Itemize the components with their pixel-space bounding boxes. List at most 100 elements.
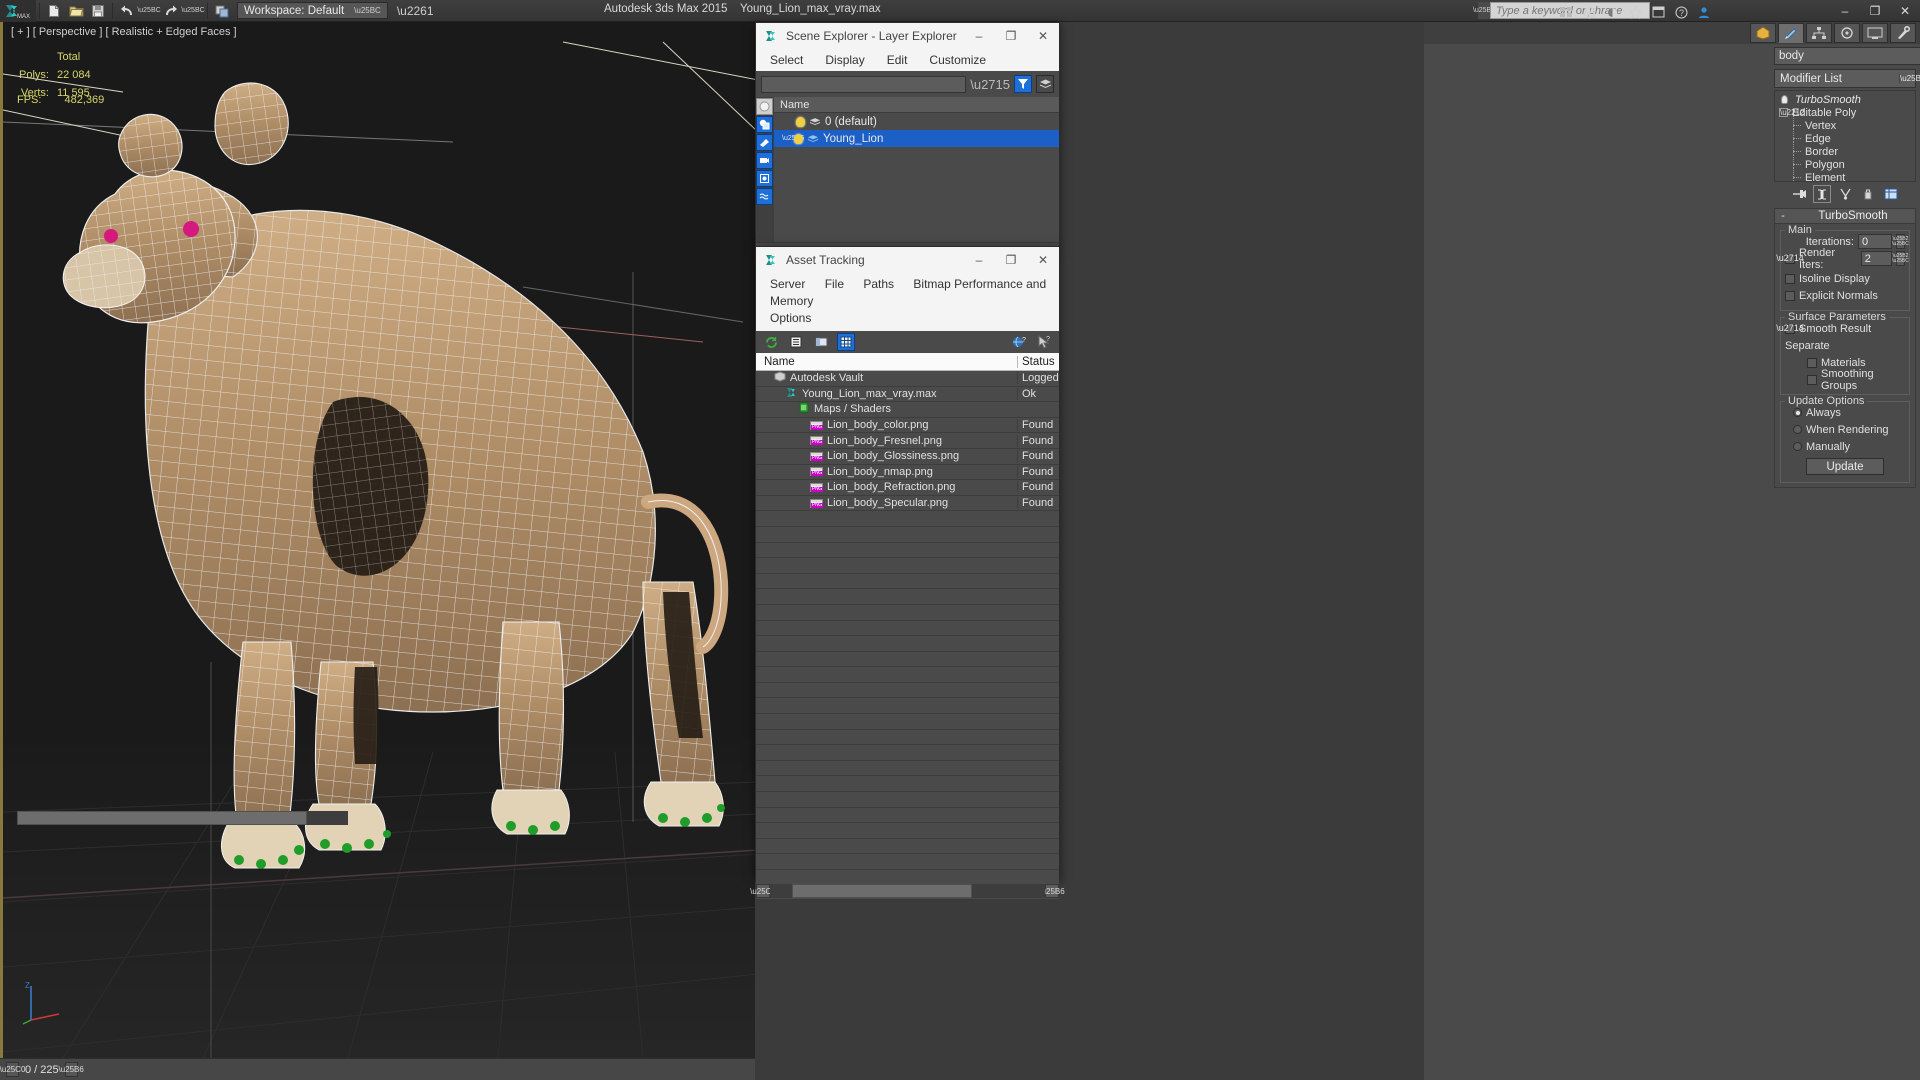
table-row-empty[interactable] xyxy=(756,698,1059,715)
table-row-empty[interactable] xyxy=(756,652,1059,668)
save-file-icon[interactable] xyxy=(88,1,108,21)
table-row[interactable]: Lion_body_Fresnel.png Found xyxy=(756,433,1059,449)
open-file-icon[interactable] xyxy=(66,1,86,21)
table-row-empty[interactable] xyxy=(756,543,1059,559)
menu-display[interactable]: Display xyxy=(825,53,864,67)
update-always-row[interactable]: Always xyxy=(1785,405,1905,420)
scroll-right-button[interactable]: \u25B6 xyxy=(1039,884,1065,898)
tab-motion[interactable] xyxy=(1834,23,1860,43)
table-row-empty[interactable] xyxy=(756,667,1059,683)
refresh-icon[interactable] xyxy=(762,333,780,351)
filter-cameras-icon[interactable] xyxy=(756,152,773,169)
tab-utilities[interactable] xyxy=(1890,23,1916,43)
list-view-icon[interactable] xyxy=(787,333,805,351)
rollup-header[interactable]: - TurboSmooth xyxy=(1775,209,1915,224)
tab-display[interactable] xyxy=(1862,23,1888,43)
prev-frame-button[interactable]: \u25C0 xyxy=(0,1062,25,1077)
undo-dropdown-icon[interactable]: \u25BC xyxy=(137,1,160,21)
collapse-box-icon[interactable]: \u2212 xyxy=(1779,108,1804,117)
table-row-empty[interactable] xyxy=(756,574,1059,590)
modifier-stack-item[interactable]: TurboSmooth xyxy=(1775,93,1915,106)
smoothing-groups-checkbox[interactable] xyxy=(1807,374,1817,385)
modifier-list-dropdown[interactable]: Modifier List \u25BC xyxy=(1774,69,1920,88)
update-button[interactable]: Update xyxy=(1806,458,1884,475)
subobject-item[interactable]: Element xyxy=(1775,168,1915,184)
expand-arrow-icon[interactable]: \u25B6 xyxy=(782,135,804,142)
close-button[interactable]: ✕ xyxy=(1890,0,1920,22)
help-globe-icon[interactable]: ? xyxy=(1010,333,1028,351)
table-row-empty[interactable] xyxy=(756,823,1059,839)
subobject-item[interactable]: Border xyxy=(1775,142,1915,158)
asset-tracking-close[interactable]: ✕ xyxy=(1027,247,1059,273)
asset-tracking-minimize[interactable]: – xyxy=(963,247,995,273)
lion-model-wireframe[interactable] xyxy=(3,22,755,1058)
search-expand-icon[interactable]: \u25B6 xyxy=(1473,2,1495,19)
update-when-rendering-row[interactable]: When Rendering xyxy=(1785,422,1905,437)
tab-modify[interactable] xyxy=(1778,23,1804,43)
subobject-item[interactable]: Vertex xyxy=(1775,116,1915,132)
perspective-viewport[interactable]: [ + ] [ Perspective ] [ Realistic + Edge… xyxy=(0,22,755,1058)
table-row-empty[interactable] xyxy=(756,714,1059,730)
scene-explorer-window[interactable]: Scene Explorer - Layer Explorer – ❐ ✕ Se… xyxy=(755,22,1060,266)
new-file-icon[interactable] xyxy=(44,1,64,21)
select-from-scene-hscrollbar[interactable]: \u25C0 \u25B6 xyxy=(0,810,368,826)
explicit-normals-checkbox[interactable] xyxy=(1785,290,1795,301)
table-row-empty[interactable] xyxy=(756,589,1059,605)
clear-search-icon[interactable]: \u2715 xyxy=(970,77,1010,92)
filter-icon[interactable] xyxy=(1014,75,1032,93)
table-row-empty[interactable] xyxy=(756,854,1059,870)
table-row-empty[interactable] xyxy=(756,558,1059,574)
update-when-rendering-radio[interactable] xyxy=(1793,425,1802,434)
help-cursor-icon[interactable]: ? xyxy=(1035,333,1053,351)
update-manually-radio[interactable] xyxy=(1793,442,1802,451)
table-row-empty[interactable] xyxy=(756,870,1059,883)
max-logo-icon[interactable]: MAX xyxy=(0,0,36,22)
table-row[interactable]: Lion_body_Glossiness.png Found xyxy=(756,449,1059,465)
modifier-stack[interactable]: TurboSmooth \u2212 Editable Poly Vertex … xyxy=(1774,90,1916,184)
rollup-collapse-icon[interactable]: - xyxy=(1775,210,1791,222)
table-row-empty[interactable] xyxy=(756,527,1059,543)
menu-customize[interactable]: Customize xyxy=(929,53,986,67)
render-iters-spinner[interactable]: \u25B2 \u25BC xyxy=(1892,251,1909,266)
signin-avatar-icon[interactable] xyxy=(1694,2,1714,22)
table-row[interactable]: Young_Lion_max_vray.max Ok xyxy=(756,387,1059,403)
tab-hierarchy[interactable] xyxy=(1806,23,1832,43)
workspace-grid-icon[interactable] xyxy=(1556,2,1576,22)
table-row-empty[interactable] xyxy=(756,730,1059,746)
filter-spacewarps-icon[interactable] xyxy=(756,188,773,205)
table-row-empty[interactable] xyxy=(756,511,1059,527)
filter-helpers-icon[interactable] xyxy=(756,170,773,187)
table-row[interactable]: Autodesk Vault Logged xyxy=(756,371,1059,387)
filter-geometry-icon[interactable] xyxy=(756,116,773,133)
materials-checkbox[interactable] xyxy=(1807,357,1817,368)
update-always-radio[interactable] xyxy=(1793,408,1802,417)
column-header-name[interactable]: Name xyxy=(774,97,1059,113)
next-frame-button[interactable]: \u25B6 xyxy=(58,1062,84,1077)
update-manually-row[interactable]: Manually xyxy=(1785,439,1905,454)
asset-tracking-titlebar[interactable]: Asset Tracking – ❐ ✕ xyxy=(756,247,1059,273)
isoline-display-checkbox[interactable] xyxy=(1785,273,1795,284)
make-unique-icon[interactable] xyxy=(1836,185,1854,203)
bulb-icon[interactable] xyxy=(796,116,805,127)
render-iters-field[interactable]: 2 xyxy=(1860,251,1892,266)
filter-all-icon[interactable] xyxy=(756,98,773,115)
show-end-result-icon[interactable] xyxy=(1813,185,1831,203)
table-row[interactable]: Lion_body_nmap.png Found xyxy=(756,465,1059,481)
table-row-empty[interactable] xyxy=(756,761,1059,777)
asset-tracking-maximize[interactable]: ❐ xyxy=(995,247,1027,273)
table-row-empty[interactable] xyxy=(756,636,1059,652)
minimize-button[interactable]: – xyxy=(1830,0,1860,22)
select-link-icon[interactable] xyxy=(212,1,232,21)
render-setup-icon[interactable] xyxy=(1579,2,1599,22)
scroll-left-button[interactable]: \u25C0 xyxy=(750,884,776,898)
filter-lights-icon[interactable] xyxy=(756,134,773,151)
menu-edit[interactable]: Edit xyxy=(887,53,908,67)
scene-explorer-titlebar[interactable]: Scene Explorer - Layer Explorer – ❐ ✕ xyxy=(756,23,1059,49)
menu-server[interactable]: Server xyxy=(770,277,805,291)
favorite-star-icon[interactable] xyxy=(1625,2,1645,22)
grid-view-icon[interactable] xyxy=(837,333,855,351)
app-window-icon[interactable] xyxy=(1648,2,1668,22)
menu-file[interactable]: File xyxy=(825,277,844,291)
table-row-empty[interactable] xyxy=(756,792,1059,808)
menu-options[interactable]: Options xyxy=(770,311,811,325)
